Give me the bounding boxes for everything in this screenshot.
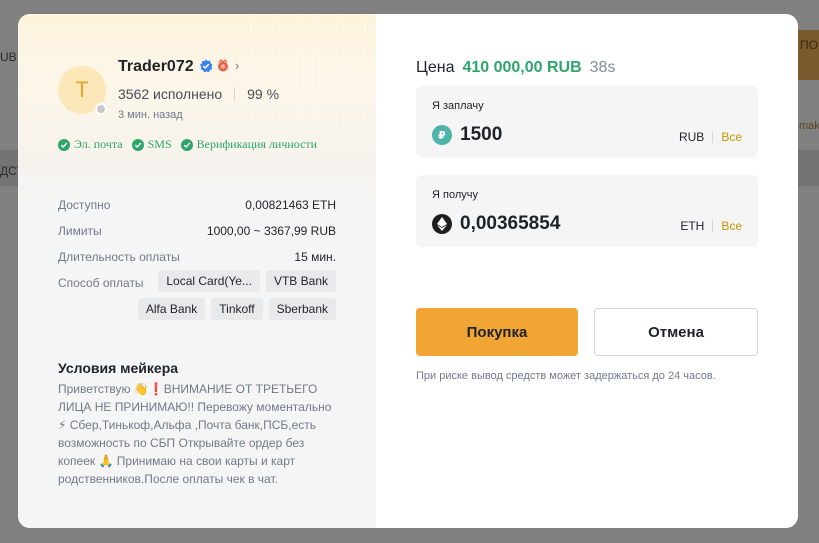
trader-name[interactable]: Trader072 <box>118 58 194 76</box>
avatar-letter: T <box>75 77 89 102</box>
buy-button[interactable]: Покупка <box>416 308 578 356</box>
divider <box>234 87 236 101</box>
pay-label: Я заплачу <box>432 100 484 112</box>
check-icon <box>131 138 144 151</box>
detail-label: Лимиты <box>58 224 102 238</box>
pay-currency-group: RUB Все <box>679 130 742 144</box>
detail-label: Доступно <box>58 198 111 212</box>
price-line: Цена 410 000,00 RUB 38s <box>416 59 615 77</box>
detail-label: Способ оплаты <box>58 276 144 290</box>
background-text: UB <box>0 50 17 64</box>
receive-amount-field[interactable]: Я получу 0,00365854 ETH Все <box>416 175 758 247</box>
verification-sms: SMS <box>131 137 172 152</box>
receive-currency-group: ETH Все <box>680 219 742 233</box>
pay-amount[interactable]: ₽ 1500 <box>432 124 502 146</box>
risk-note: При риске вывод средств может задержатьс… <box>416 370 716 382</box>
price-value: 410 000,00 RUB <box>462 59 582 76</box>
chevron-right-icon[interactable]: › <box>235 58 239 73</box>
divider <box>712 131 714 143</box>
payment-method-tag: Tinkoff <box>211 298 263 320</box>
ethereum-icon <box>432 214 452 234</box>
verified-badge-icon <box>200 59 213 72</box>
payment-method-tag: VTB Bank <box>265 270 336 292</box>
avatar: T <box>58 66 107 115</box>
verification-email: Эл. почта <box>58 137 123 152</box>
detail-duration: Длительность оплаты 15 мин. <box>58 244 336 270</box>
order-modal: T Trader072 › 3562 исполнено 99 % 3 мин.… <box>18 14 798 528</box>
detail-value: 0,00821463 ETH <box>245 198 336 212</box>
detail-limits: Лимиты 1000,00 ~ 3367,99 RUB <box>58 218 336 244</box>
receive-amount[interactable]: 0,00365854 <box>432 213 560 235</box>
check-icon <box>180 138 193 151</box>
pay-amount-value[interactable]: 1500 <box>460 124 502 146</box>
last-seen: 3 мин. назад <box>118 109 183 121</box>
terms-text: Приветствую 👋❗ВНИМАНИЕ ОТ ТРЕТЬЕГО ЛИЦА … <box>58 382 332 486</box>
verification-label: Эл. почта <box>74 137 123 151</box>
verification-label: SMS <box>147 137 172 151</box>
order-panel: Цена 410 000,00 RUB 38s Я заплачу ₽ 1500… <box>376 14 798 528</box>
background-strip <box>798 150 819 186</box>
trader-badges: › <box>199 58 239 73</box>
price-label: Цена <box>416 59 455 76</box>
receive-label: Я получу <box>432 189 478 201</box>
detail-label: Длительность оплаты <box>58 250 180 264</box>
verification-label: Верификация личности <box>196 137 318 151</box>
receive-amount-value[interactable]: 0,00365854 <box>460 213 560 235</box>
pay-amount-field[interactable]: Я заплачу ₽ 1500 RUB Все <box>416 86 758 158</box>
background-text: maker <box>799 120 819 132</box>
background-button: ПОКУПКА <box>798 30 819 80</box>
verification-list: Эл. почта SMS Верификация личности <box>58 137 317 152</box>
receive-all-link[interactable]: Все <box>721 219 742 233</box>
terms-title: Условия мейкера <box>58 360 179 376</box>
payment-method-tag: Alfa Bank <box>137 298 206 320</box>
orders-completed: 3562 исполнено <box>118 86 223 102</box>
payment-method-list: Local Card(Ye... VTB Bank Alfa Bank Tink… <box>136 270 336 320</box>
cancel-button[interactable]: Отмена <box>594 308 758 356</box>
detail-available: Доступно 0,00821463 ETH <box>58 192 336 218</box>
detail-value: 15 мин. <box>294 250 336 264</box>
trader-stats: 3562 исполнено 99 % <box>118 86 279 102</box>
advertiser-panel: T Trader072 › 3562 исполнено 99 % 3 мин.… <box>18 14 376 528</box>
ruble-icon: ₽ <box>432 125 452 145</box>
ad-details: Доступно 0,00821463 ETH Лимиты 1000,00 ~… <box>58 192 336 320</box>
merchant-badge-icon <box>218 58 228 71</box>
payment-method-tag: Local Card(Ye... <box>158 270 260 292</box>
completion-rate: 99 % <box>247 86 280 102</box>
receive-currency: ETH <box>680 219 705 233</box>
check-icon <box>58 138 70 151</box>
online-status-dot <box>95 103 107 115</box>
detail-value: 1000,00 ~ 3367,99 RUB <box>206 224 336 238</box>
pay-currency: RUB <box>678 130 705 144</box>
price-timer: 38s <box>589 59 616 76</box>
divider <box>712 220 714 232</box>
payment-method-tag: Sberbank <box>268 298 336 320</box>
verification-identity: Верификация личности <box>180 137 318 152</box>
pay-all-link[interactable]: Все <box>721 130 742 144</box>
